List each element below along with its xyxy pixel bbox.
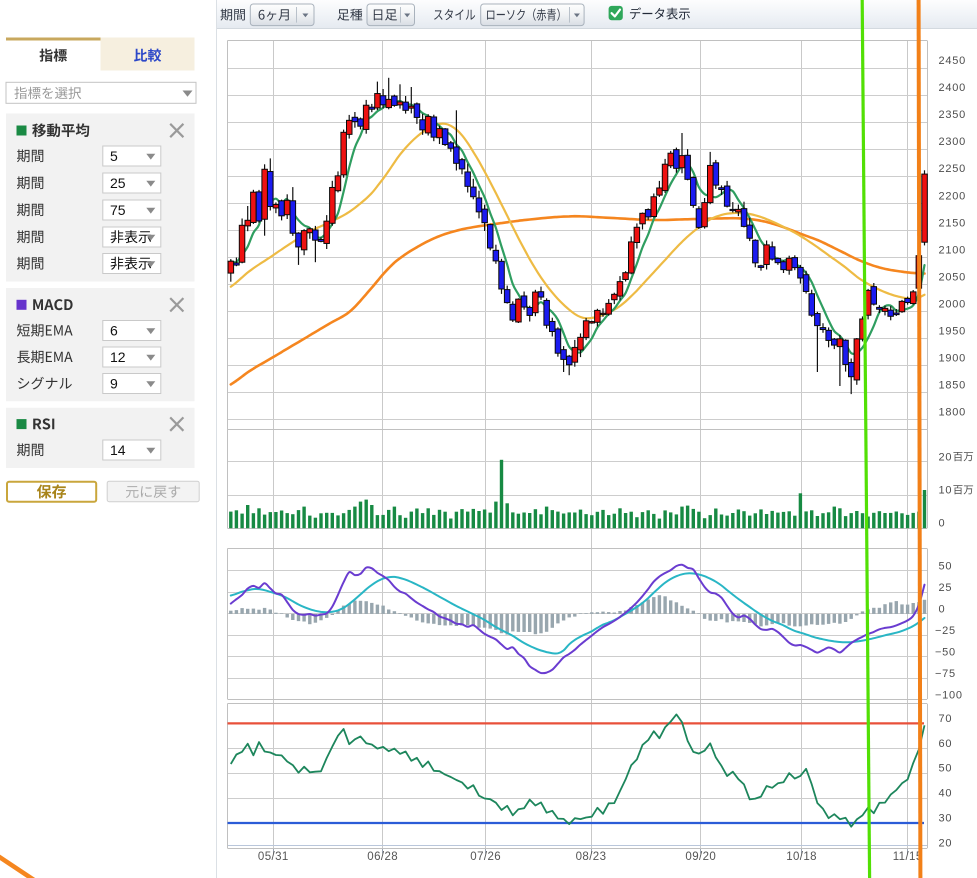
svg-text:2450: 2450 <box>939 55 966 67</box>
svg-text:1850: 1850 <box>939 380 966 392</box>
svg-text:25: 25 <box>110 175 126 191</box>
svg-text:2200: 2200 <box>939 190 966 202</box>
svg-text:06/28: 06/28 <box>367 851 398 863</box>
svg-text:50: 50 <box>939 560 953 572</box>
svg-text:25: 25 <box>939 582 953 594</box>
svg-text:2150: 2150 <box>939 217 966 229</box>
svg-text:60: 60 <box>939 738 953 750</box>
svg-text:11/15: 11/15 <box>893 851 923 863</box>
svg-text:1900: 1900 <box>939 353 966 365</box>
svg-text:−75: −75 <box>935 668 956 680</box>
svg-text:2300: 2300 <box>939 136 966 148</box>
svg-text:−25: −25 <box>935 625 956 637</box>
svg-text:70: 70 <box>939 713 953 725</box>
svg-text:2400: 2400 <box>939 82 966 94</box>
svg-text:−50: −50 <box>935 646 956 658</box>
svg-text:10/18: 10/18 <box>786 851 817 863</box>
svg-text:2350: 2350 <box>939 109 966 121</box>
svg-text:50: 50 <box>939 763 953 775</box>
svg-text:2050: 2050 <box>939 271 966 283</box>
svg-text:14: 14 <box>110 442 126 458</box>
svg-text:1800: 1800 <box>939 407 966 419</box>
svg-text:12: 12 <box>110 349 126 365</box>
svg-text:0: 0 <box>939 603 946 615</box>
svg-text:5: 5 <box>110 148 118 164</box>
svg-text:75: 75 <box>110 202 126 218</box>
svg-text:05/31: 05/31 <box>258 851 289 863</box>
svg-text:09/20: 09/20 <box>685 851 716 863</box>
svg-text:20: 20 <box>939 451 953 463</box>
svg-text:20: 20 <box>939 837 953 849</box>
svg-text:10: 10 <box>939 485 953 497</box>
svg-text:6: 6 <box>110 323 118 339</box>
svg-text:2250: 2250 <box>939 163 966 175</box>
svg-text:−100: −100 <box>935 690 963 702</box>
svg-text:9: 9 <box>110 376 118 392</box>
svg-text:1950: 1950 <box>939 326 966 338</box>
svg-text:2100: 2100 <box>939 244 966 256</box>
svg-text:08/23: 08/23 <box>576 851 607 863</box>
svg-text:0: 0 <box>939 518 946 530</box>
svg-text:30: 30 <box>939 813 953 825</box>
svg-text:40: 40 <box>939 788 953 800</box>
svg-text:2000: 2000 <box>939 298 966 310</box>
svg-text:07/26: 07/26 <box>470 851 501 863</box>
